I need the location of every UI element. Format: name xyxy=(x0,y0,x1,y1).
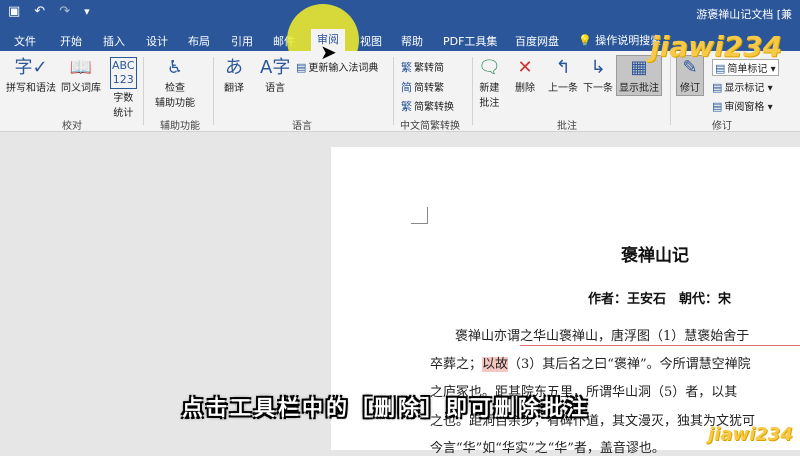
tab-references[interactable]: 引用 xyxy=(231,33,253,49)
tab-layout[interactable]: 布局 xyxy=(188,33,210,49)
quick-access-toolbar: ▣ ↶ ↷ ▾ xyxy=(8,4,90,19)
document-line-1: 褒禅山亦谓之华山褒禅山，唐浮图（1）慧褒始舍于 xyxy=(455,329,750,344)
watermark-logo: jiawi234 xyxy=(708,424,793,445)
comments-group-label: 批注 xyxy=(557,121,577,132)
ribbon: 字✓ 拼写和语法 📖 同义词库 ABC 123 字数 统计 校对 ♿ 检查 辅助功… xyxy=(0,51,800,132)
previous-comment-button[interactable]: ↰ 上一条 xyxy=(548,57,578,94)
tracking-group-label: 修订 xyxy=(712,121,732,132)
markup-icon: ▤ xyxy=(715,62,726,75)
language-group-label: 语言 xyxy=(292,121,312,132)
spelling-grammar-button[interactable]: 字✓ 拼写和语法 xyxy=(6,57,56,94)
thesaurus-button[interactable]: 📖 同义词库 xyxy=(61,57,101,94)
watermark-logo: jiawi234 xyxy=(650,30,783,63)
review-pane-button[interactable]: ▤ 审阅窗格 ▾ xyxy=(712,98,773,113)
language-icon: A字 xyxy=(260,57,291,78)
redo-icon[interactable]: ↷ xyxy=(59,4,70,19)
separator xyxy=(670,57,671,125)
comment-connector-line xyxy=(520,345,800,346)
book-icon: 📖 xyxy=(69,57,93,78)
previous-comment-icon: ↰ xyxy=(555,57,571,78)
to-traditional-button[interactable]: 简简转繁 xyxy=(401,79,444,95)
simplified-to-traditional-icon: 简 xyxy=(401,81,412,94)
undo-icon[interactable]: ↶ xyxy=(34,4,45,19)
tab-insert[interactable]: 插入 xyxy=(103,33,125,49)
markup-label: 简单标记 xyxy=(727,64,768,75)
show-markup-button[interactable]: ▤ 显示标记 ▾ xyxy=(712,79,773,94)
spelling-icon: 字✓ xyxy=(14,57,48,78)
chinese-convert-label: 简繁转换 xyxy=(414,102,454,113)
new-comment-button[interactable]: 🗨 新建 批注 xyxy=(478,57,501,109)
spelling-label: 拼写和语法 xyxy=(6,83,56,94)
word-count-icon: ABC 123 xyxy=(110,57,137,89)
translate-button[interactable]: あ 翻译 xyxy=(224,57,244,94)
show-markup-icon: ▤ xyxy=(712,81,723,94)
separator xyxy=(143,57,144,125)
translate-icon: あ xyxy=(225,57,243,78)
delete-comment-button[interactable]: ✕ 删除 xyxy=(515,57,535,94)
mouse-cursor-icon: ➤ xyxy=(320,40,337,64)
show-markup-label: 显示标记 xyxy=(724,83,765,94)
language-button[interactable]: A字 语言 xyxy=(260,57,290,94)
customize-icon[interactable]: ▾ xyxy=(84,5,90,18)
new-comment-label-1: 新建 xyxy=(479,83,500,94)
save-icon[interactable]: ▣ xyxy=(8,4,20,19)
update-ime-button[interactable]: ▤ 更新输入法词典 xyxy=(296,59,378,74)
delete-label: 删除 xyxy=(515,83,535,94)
document-heading: 褒禅山记 xyxy=(621,246,689,266)
check-accessibility-button[interactable]: ♿ 检查 辅助功能 xyxy=(155,57,195,109)
translate-label: 翻译 xyxy=(224,83,244,94)
proofing-group-label: 校对 xyxy=(62,121,82,132)
new-comment-icon: 🗨 xyxy=(478,57,501,78)
separator xyxy=(213,57,214,125)
to-simplified-button[interactable]: 繁繁转简 xyxy=(401,59,444,75)
chinese-convert-button[interactable]: 繁简繁转换 xyxy=(401,98,454,114)
document-line-2: 卒葬之；以故（3）其后名之曰“褒禅”。今所谓慧空禅院 xyxy=(430,353,751,372)
language-label: 语言 xyxy=(265,83,286,94)
show-comments-label: 显示批注 xyxy=(619,83,659,94)
update-ime-label: 更新输入法词典 xyxy=(308,63,379,74)
next-comment-icon: ↳ xyxy=(590,57,606,78)
tab-home[interactable]: 开始 xyxy=(60,33,82,49)
convert-icon: 繁 xyxy=(401,100,412,113)
check-label-2: 辅助功能 xyxy=(155,98,195,109)
delete-comment-icon: ✕ xyxy=(517,57,533,78)
review-pane-label: 审阅窗格 xyxy=(724,102,765,113)
review-pane-icon: ▤ xyxy=(712,100,723,113)
dictionary-icon: ▤ xyxy=(296,61,307,74)
to-simplified-label: 繁转简 xyxy=(414,63,444,74)
tab-design[interactable]: 设计 xyxy=(146,33,168,49)
margin-marker xyxy=(411,207,428,224)
word-count-button[interactable]: ABC 123 字数 统计 xyxy=(110,57,137,119)
next-label: 下一条 xyxy=(583,83,613,94)
next-comment-button[interactable]: ↳ 下一条 xyxy=(583,57,613,94)
track-changes-label: 修订 xyxy=(680,83,700,94)
document-title: 游褒禅山记文档 [兼 xyxy=(696,8,792,21)
separator xyxy=(393,57,394,125)
line-2-start: 卒葬之； xyxy=(430,357,483,372)
check-label-1: 检查 xyxy=(165,83,185,94)
line-2-end: （3）其后名之曰“褒禅”。今所谓慧空禅院 xyxy=(508,357,751,372)
to-traditional-label: 简转繁 xyxy=(414,83,444,94)
chinese-group-label: 中文简繁转换 xyxy=(400,121,460,132)
accessibility-group-label: 辅助功能 xyxy=(160,121,200,132)
tab-file[interactable]: 文件 xyxy=(14,33,36,49)
accessibility-icon: ♿ xyxy=(166,57,184,78)
thesaurus-label: 同义词库 xyxy=(61,83,101,94)
title-bar: ▣ ↶ ↷ ▾ 游褒禅山记文档 [兼 xyxy=(0,0,800,29)
document-line-5: 今言“华”如“华实”之“华”者，盖音谬也。 xyxy=(430,441,665,456)
word-count-label-1: 字数 xyxy=(113,93,134,104)
previous-label: 上一条 xyxy=(548,83,578,94)
separator xyxy=(472,57,473,125)
new-comment-label-2: 批注 xyxy=(479,98,500,109)
document-author: 作者：王安石 朝代：宋 xyxy=(588,292,732,307)
traditional-to-simplified-icon: 繁 xyxy=(401,61,412,74)
word-count-label-2: 统计 xyxy=(113,108,134,119)
video-subtitle: 点击工具栏中的［删除］即可删除批注 xyxy=(182,396,590,420)
commented-text[interactable]: 以故 xyxy=(482,357,509,372)
